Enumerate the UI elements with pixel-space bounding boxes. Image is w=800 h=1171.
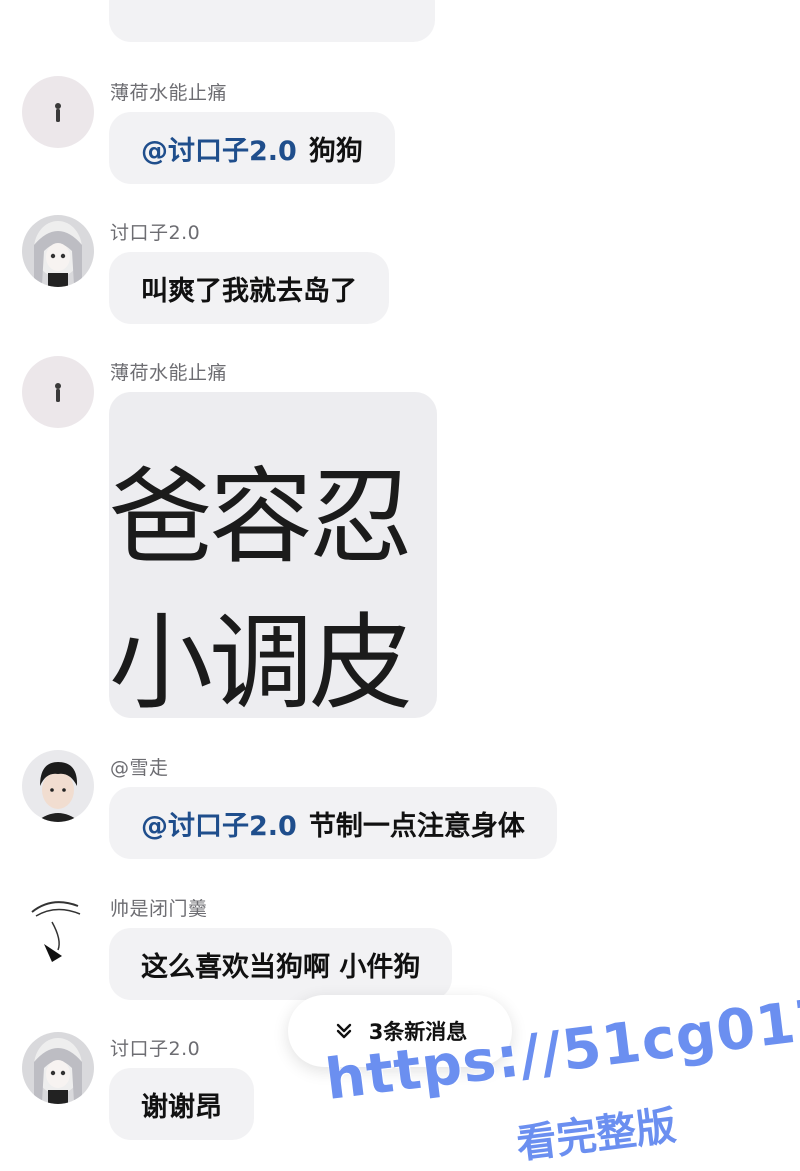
message-bubble[interactable]: 这么喜欢当狗啊 小件狗 <box>109 928 453 1000</box>
young-man-icon <box>22 750 94 822</box>
sender-name: 讨口子2.0 <box>110 222 201 244</box>
mention-link[interactable]: @讨口子2.0 <box>141 129 297 168</box>
sender-name: 讨口子2.0 <box>110 1038 201 1060</box>
avatar[interactable] <box>22 76 94 148</box>
sender-name: 帅是闭门羹 <box>110 898 208 920</box>
sender-name: 薄荷水能止痛 <box>110 362 228 384</box>
message-text: 狗狗 <box>308 135 363 167</box>
anime-girl-icon <box>22 215 94 287</box>
mention-link[interactable]: @讨口子2.0 <box>141 804 297 843</box>
message-text: 叫爽了我就去岛了 <box>141 275 357 307</box>
manga-sketch-icon <box>22 892 94 964</box>
message-text: 节制一点注意身体 <box>308 810 525 842</box>
avatar[interactable] <box>22 215 94 287</box>
sticker-text-line: 爸容忍 <box>109 456 413 578</box>
anime-girl-icon <box>22 1032 94 1104</box>
avatar[interactable] <box>22 892 94 964</box>
watermark-caption: 看完整版 <box>514 1102 679 1169</box>
message-bubble[interactable]: @讨口子2.0 狗狗 <box>109 112 395 184</box>
sender-name: @雪走 <box>110 757 169 779</box>
previous-message-bubble <box>109 0 435 42</box>
figure-in-snow-icon <box>22 76 94 148</box>
message-bubble[interactable]: @讨口子2.0 节制一点注意身体 <box>109 787 557 859</box>
message-text: 谢谢昂 <box>141 1091 222 1123</box>
figure-in-snow-icon <box>22 356 94 428</box>
message-bubble[interactable]: 谢谢昂 <box>109 1068 254 1140</box>
avatar[interactable] <box>22 750 94 822</box>
double-chevron-down-icon <box>336 1023 351 1039</box>
message-text: 这么喜欢当狗啊 小件狗 <box>141 951 421 983</box>
avatar[interactable] <box>22 356 94 428</box>
sticker-text-line: 小调皮 <box>109 602 413 718</box>
sticker-image[interactable]: 爸容忍 小调皮 <box>109 392 437 718</box>
avatar[interactable] <box>22 1032 94 1104</box>
message-bubble[interactable]: 叫爽了我就去岛了 <box>109 252 389 324</box>
sender-name: 薄荷水能止痛 <box>110 82 228 104</box>
